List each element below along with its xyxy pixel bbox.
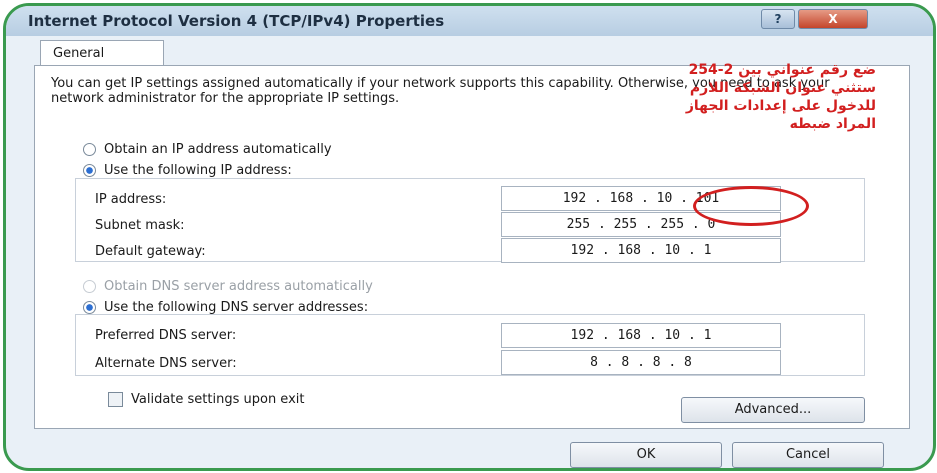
close-button[interactable]: X: [798, 9, 868, 29]
ok-button[interactable]: OK: [570, 442, 722, 468]
ip-auto-radio[interactable]: Obtain an IP address automatically: [83, 142, 332, 157]
annotation-line: ستثني عنوان الشبكة اللازم: [689, 80, 876, 96]
preferred-dns-label: Preferred DNS server:: [95, 328, 237, 343]
advanced-button[interactable]: Advanced...: [681, 397, 865, 423]
highlight-circle: [693, 186, 809, 226]
window-title: Internet Protocol Version 4 (TCP/IPv4) P…: [28, 12, 445, 30]
ip-address-label: IP address:: [95, 192, 167, 207]
dns-manual-label: Use the following DNS server addresses:: [104, 300, 369, 315]
radio-selected-icon: [83, 164, 96, 177]
cancel-button[interactable]: Cancel: [732, 442, 884, 468]
annotation-line: للدخول على إعدادات الجهاز: [685, 98, 876, 114]
checkbox-icon: [108, 392, 123, 407]
radio-icon: [83, 143, 96, 156]
default-gateway-label: Default gateway:: [95, 244, 206, 259]
dns-auto-radio[interactable]: Obtain DNS server address automatically: [83, 279, 373, 294]
tab-general[interactable]: General: [40, 40, 164, 66]
ip-manual-label: Use the following IP address:: [104, 163, 292, 178]
preferred-dns-input[interactable]: 192 . 168 . 10 . 1: [501, 323, 781, 348]
title-bar[interactable]: Internet Protocol Version 4 (TCP/IPv4) P…: [6, 6, 933, 36]
default-gateway-input[interactable]: 192 . 168 . 10 . 1: [501, 238, 781, 263]
dns-manual-radio[interactable]: Use the following DNS server addresses:: [83, 300, 368, 315]
arabic-annotation: ضع رقم عنواني بين 2-254 ستثني عنوان الشب…: [516, 61, 876, 133]
help-button[interactable]: ?: [761, 9, 795, 29]
validate-checkbox[interactable]: Validate settings upon exit: [108, 392, 304, 407]
alternate-dns-input[interactable]: 8 . 8 . 8 . 8: [501, 350, 781, 375]
dns-auto-label: Obtain DNS server address automatically: [104, 279, 373, 294]
radio-icon: [83, 280, 96, 293]
subnet-mask-label: Subnet mask:: [95, 218, 185, 233]
ip-manual-radio[interactable]: Use the following IP address:: [83, 163, 292, 178]
annotation-line: ضع رقم عنواني بين 2-254: [688, 62, 876, 78]
annotation-line: المراد ضبطه: [789, 116, 876, 132]
radio-selected-icon: [83, 301, 96, 314]
dialog-frame: Internet Protocol Version 4 (TCP/IPv4) P…: [3, 3, 936, 471]
validate-label: Validate settings upon exit: [131, 392, 305, 407]
alternate-dns-label: Alternate DNS server:: [95, 356, 237, 371]
ip-auto-label: Obtain an IP address automatically: [104, 142, 332, 157]
